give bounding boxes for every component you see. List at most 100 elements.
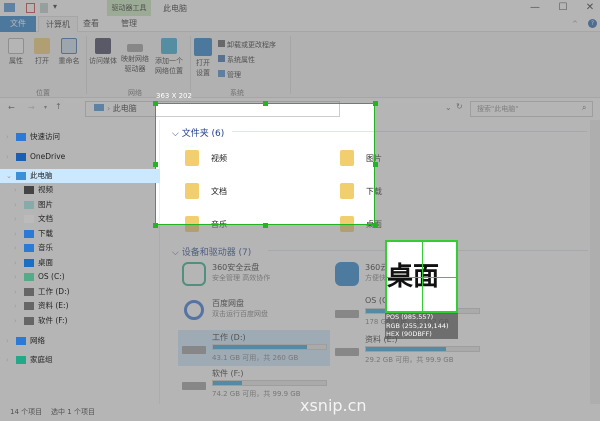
help-icon[interactable]: ? [588,19,597,28]
homegroup-icon [16,356,26,364]
baidu-netdisk-icon [184,300,204,320]
magnifier: 桌面 [385,240,458,313]
tab-file[interactable]: 文件 [0,16,36,32]
desktop-icon [24,259,34,267]
star-icon [16,133,26,141]
address-dropdown-icon[interactable]: ⌄ [445,103,452,112]
drive-item[interactable]: 工作 (D:) 43.1 GB 可用，共 260 GB [182,332,332,362]
breadcrumb[interactable]: 此电脑 [113,104,137,113]
pixel-info: POS (985,557) RGB (255,219,144) HEX (90DBF… [385,313,458,339]
drive-icon [24,317,34,325]
item-count: 14 个项目 [10,408,43,416]
nav-item[interactable]: › OneDrive [0,150,160,164]
nav-item[interactable]: › 桌面 [0,256,160,270]
download-icon [24,230,34,238]
crosshair [387,277,456,278]
collapse-ribbon-icon[interactable]: ^ [572,20,578,28]
chevron-right-icon[interactable]: › [14,314,24,328]
devices-section-header[interactable]: ⌵ 设备和驱动器 (7) [172,245,251,258]
close-button[interactable]: ✕ [580,2,600,13]
chevron-right-icon[interactable]: › [14,299,24,313]
tab-computer[interactable]: 计算机 [38,16,78,32]
chevron-right-icon[interactable]: › [14,212,24,226]
watermark: xsnip.cn [300,396,367,415]
properties-quick-icon[interactable] [26,3,35,13]
recent-locations-button[interactable]: ▾ [44,104,47,111]
chevron-right-icon[interactable]: › [14,183,24,197]
minimize-button[interactable]: — [525,2,545,13]
search-input[interactable]: 搜索"此电脑" [470,101,593,117]
nav-item[interactable]: › 视频 [0,183,160,197]
map-network-drive-button[interactable]: 映射网络 驱动器 [119,38,151,74]
access-media-button[interactable]: 访问媒体 [88,38,118,66]
manage-button[interactable]: 管理 [218,70,241,80]
chevron-right-icon[interactable]: › [14,270,24,284]
tab-manage[interactable]: 管理 [107,16,151,32]
nav-item[interactable]: › 下载 [0,227,160,241]
drive-icon [24,273,34,281]
resize-handle[interactable] [373,101,378,106]
add-network-location-button[interactable]: 添加一个 网络位置 [152,38,186,76]
scrollbar[interactable] [590,120,600,404]
nav-item[interactable]: › OS (C:) [0,270,160,284]
chevron-right-icon[interactable]: › [14,256,24,270]
resize-handle[interactable] [263,101,268,106]
group-label-location: 位置 [36,89,50,97]
group-label-system: 系统 [230,89,244,97]
chevron-right-icon[interactable]: › [6,130,16,144]
chevron-right-icon[interactable]: › [6,353,16,367]
chevron-right-icon[interactable]: › [14,285,24,299]
properties-button[interactable]: 属性 [4,38,28,66]
nav-item[interactable]: › 资料 (E:) [0,299,160,313]
new-folder-quick-icon[interactable] [40,3,48,13]
nav-item[interactable]: ⌄ 此电脑 [0,169,160,183]
properties-icon [8,38,24,54]
nav-item[interactable]: › 快速访问 [0,130,160,144]
nav-item[interactable]: › 图片 [0,198,160,212]
rename-button[interactable]: 重命名 [56,38,82,66]
back-button[interactable]: ← [8,103,15,112]
open-settings-button[interactable]: 打开 设置 [192,38,214,78]
nav-item[interactable]: › 家庭组 [0,353,160,367]
chevron-right-icon[interactable]: › [6,150,16,164]
resize-handle[interactable] [373,162,378,167]
chevron-down-icon[interactable]: ⌄ [6,169,16,183]
group-label-network: 网络 [128,89,142,97]
drive-item[interactable]: 软件 (F:) 74.2 GB 可用，共 99.9 GB [182,368,332,398]
chevron-right-icon[interactable]: › [6,334,16,348]
drive-icon [24,302,34,310]
drive-item[interactable]: 360安全云盘 安全管理 高效协作 [182,262,332,292]
resize-handle[interactable] [153,101,158,106]
up-button[interactable]: ↑ [55,102,62,111]
manage-icon [218,70,225,77]
selected-count: 选中 1 个项目 [51,408,95,416]
resize-handle[interactable] [373,223,378,228]
system-properties-icon [218,55,225,62]
nav-item[interactable]: › 音乐 [0,241,160,255]
chevron-right-icon[interactable]: › [14,227,24,241]
open-icon [34,38,50,54]
network-drive-icon [127,44,143,52]
chevron-right-icon[interactable]: › [14,241,24,255]
open-button[interactable]: 打开 [30,38,54,66]
resize-handle[interactable] [263,223,268,228]
nav-item[interactable]: › 工作 (D:) [0,285,160,299]
computer-icon [94,104,104,111]
refresh-icon[interactable]: ↻ [456,102,463,111]
computer-icon [4,3,15,12]
uninstall-program-button[interactable]: 卸载或更改程序 [218,40,276,50]
drive-icon [24,288,34,296]
customize-quick-access-icon[interactable]: ▾ [53,2,57,11]
nav-item[interactable]: › 网络 [0,334,160,348]
divider [290,36,291,94]
chevron-right-icon[interactable]: › [14,198,24,212]
maximize-button[interactable]: ☐ [553,2,573,13]
system-properties-button[interactable]: 系统属性 [218,55,255,65]
snip-selection[interactable] [155,103,375,225]
nav-item[interactable]: › 软件 (F:) [0,314,160,328]
nav-item[interactable]: › 文档 [0,212,160,226]
tab-view[interactable]: 查看 [80,16,102,32]
selection-size: 363 X 202 [156,92,192,100]
drive-item[interactable]: 百度网盘 双击运行百度网盘 [182,298,332,328]
forward-button[interactable]: → [28,103,35,112]
